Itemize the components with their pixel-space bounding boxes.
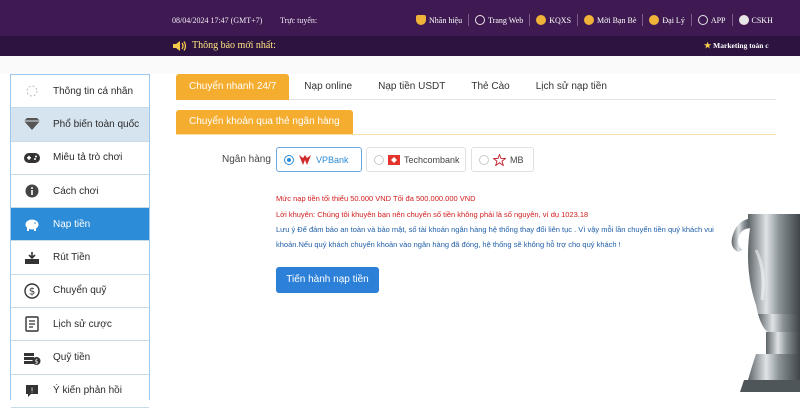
- nav-agent[interactable]: Đại Lý: [642, 14, 690, 26]
- coins-icon: $: [23, 349, 41, 367]
- divider: [176, 134, 776, 135]
- radio[interactable]: [374, 154, 384, 165]
- globe-icon: [475, 15, 486, 25]
- limit-note: Mức nạp tiền tối thiểu 50.000 VND Tối đa…: [276, 194, 476, 203]
- notice-bar: Thông báo mới nhất: ★ Marketing toàn c: [0, 36, 800, 56]
- app-icon: [697, 15, 708, 25]
- spacer: [0, 56, 800, 74]
- bank-name: MB: [510, 154, 524, 165]
- vpbank-logo-icon: [299, 154, 311, 165]
- submit-deposit-button[interactable]: Tiến hành nạp tiền: [276, 267, 379, 293]
- sidebar-item-profile[interactable]: Thông tin cá nhân: [11, 75, 149, 109]
- svg-text:$: $: [29, 286, 35, 297]
- nav-kqxs-label: KQXS: [549, 15, 572, 25]
- nav-support-label: CSKH: [751, 15, 773, 25]
- sidebar-item-label: Quỹ tiền: [53, 352, 91, 364]
- nav-invite-label: Mời Bạn Bè: [597, 15, 637, 25]
- users-icon: [584, 15, 595, 25]
- sidebar-item-popular[interactable]: Phổ biến toàn quốc: [11, 108, 149, 142]
- sidebar-item-feedback[interactable]: ! Ý kiến phản hồi: [11, 375, 149, 408]
- profile-icon: [23, 82, 41, 100]
- nav-brand[interactable]: Nhãn hiệu: [410, 14, 468, 26]
- sidebar-item-label: Nạp tiền: [53, 218, 91, 230]
- tab-usdt[interactable]: Nạp tiền USDT: [365, 74, 458, 100]
- sidebar-item-games[interactable]: Miêu tả trò chơi: [11, 142, 149, 175]
- nav-website-label: Trang Web: [488, 15, 524, 25]
- bank-option-vpbank[interactable]: VPBank: [276, 147, 362, 172]
- nav-agent-label: Đại Lý: [662, 15, 685, 25]
- info-icon: [23, 182, 41, 200]
- advice-note: Lời khuyên: Chúng tôi khuyên bạn nên chu…: [276, 210, 589, 219]
- deposit-panel: Chuyển nhanh 24/7 Nạp online Nạp tiền US…: [176, 74, 800, 400]
- sidebar-item-transfer[interactable]: $ Chuyển quỹ: [11, 275, 149, 309]
- deposit-tabs: Chuyển nhanh 24/7 Nạp online Nạp tiền US…: [176, 74, 776, 100]
- tab-history[interactable]: Lịch sử nạp tiền: [523, 74, 620, 100]
- sidebar-item-label: Cách chơi: [53, 185, 99, 197]
- nav-brand-label: Nhãn hiệu: [429, 15, 463, 25]
- caution-note-line1: Lưu ý Để đảm bảo an toàn và bảo mật, số …: [276, 225, 714, 234]
- notice-label: Thông báo mới nhất:: [192, 40, 276, 51]
- sidebar-item-fund[interactable]: $ Quỹ tiền: [11, 341, 149, 375]
- tab-fast-transfer[interactable]: Chuyển nhanh 24/7: [176, 74, 290, 100]
- bank-label: Ngân hàng: [222, 154, 271, 165]
- online-label: Trực tuyến:: [280, 16, 318, 25]
- star-icon: ★: [704, 41, 712, 50]
- sidebar-item-label: Ý kiến phản hồi: [53, 385, 122, 397]
- sidebar-item-label: Thông tin cá nhân: [53, 85, 134, 97]
- top-bar: 08/04/2024 17:47 (GMT+7) Trực tuyến: Nhã…: [0, 0, 800, 36]
- lottery-icon: [536, 15, 547, 25]
- diamond-icon: [23, 115, 41, 133]
- headset-icon: [738, 15, 749, 25]
- speaker-icon: [173, 41, 187, 51]
- nav-support[interactable]: CSKH: [731, 14, 779, 26]
- nav-app[interactable]: APP: [690, 14, 732, 26]
- svg-text:$: $: [35, 358, 39, 365]
- tab-card[interactable]: Thẻ Cào: [458, 74, 522, 100]
- nav-invite[interactable]: Mời Bạn Bè: [577, 14, 642, 26]
- bank-option-techcombank[interactable]: Techcombank: [366, 147, 466, 172]
- svg-text:!: !: [31, 386, 34, 394]
- history-icon: [23, 315, 41, 333]
- radio[interactable]: [479, 154, 489, 165]
- gamepad-icon: [23, 149, 41, 167]
- sidebar-item-withdraw[interactable]: Rút Tiền: [11, 241, 149, 275]
- marquee-text: Marketing toàn c: [713, 41, 769, 50]
- sidebar: Thông tin cá nhân Phổ biến toàn quốc Miê…: [10, 74, 150, 408]
- notice-marquee[interactable]: ★ Marketing toàn c: [704, 41, 769, 50]
- dollar-circle-icon: $: [23, 282, 41, 300]
- nav-app-label: APP: [710, 15, 726, 25]
- tab-bank-transfer[interactable]: Chuyển khoản qua thẻ ngân hàng: [176, 110, 353, 134]
- sidebar-item-bet-history[interactable]: Lịch sử cược: [11, 308, 149, 342]
- withdraw-icon: [23, 249, 41, 267]
- sidebar-item-label: Rút Tiền: [53, 252, 91, 264]
- top-nav: Nhãn hiệu Trang Web KQXS Mời Bạn Bè Đại …: [410, 14, 779, 26]
- sidebar-item-label: Lịch sử cược: [53, 318, 112, 330]
- bank-name: Techcombank: [404, 154, 460, 165]
- bank-name: VPBank: [316, 154, 349, 165]
- nav-website[interactable]: Trang Web: [468, 14, 529, 26]
- bank-option-mb[interactable]: MB: [471, 147, 534, 172]
- piggy-bank-icon: [23, 215, 41, 233]
- datetime: 08/04/2024 17:47 (GMT+7): [172, 16, 263, 25]
- caution-note-line2: khoản.Nếu quý khách chuyển khoản vào ngâ…: [276, 240, 621, 249]
- radio-selected[interactable]: [284, 154, 294, 165]
- feedback-icon: !: [23, 382, 41, 400]
- sidebar-item-deposit[interactable]: Nạp tiền: [11, 208, 149, 242]
- sidebar-item-label: Miêu tả trò chơi: [53, 152, 123, 164]
- trophy-image: [731, 214, 800, 392]
- sidebar-item-label: Phổ biến toàn quốc: [53, 118, 140, 130]
- heart-icon: [649, 15, 660, 25]
- sidebar-item-label: Chuyển quỹ: [53, 285, 107, 297]
- trophy-icon: [416, 15, 426, 25]
- sidebar-item-howto[interactable]: Cách chơi: [11, 175, 149, 209]
- tab-online[interactable]: Nạp online: [291, 74, 365, 100]
- mb-logo-icon: [493, 153, 506, 166]
- techcombank-logo-icon: [388, 154, 400, 165]
- nav-kqxs[interactable]: KQXS: [529, 14, 577, 26]
